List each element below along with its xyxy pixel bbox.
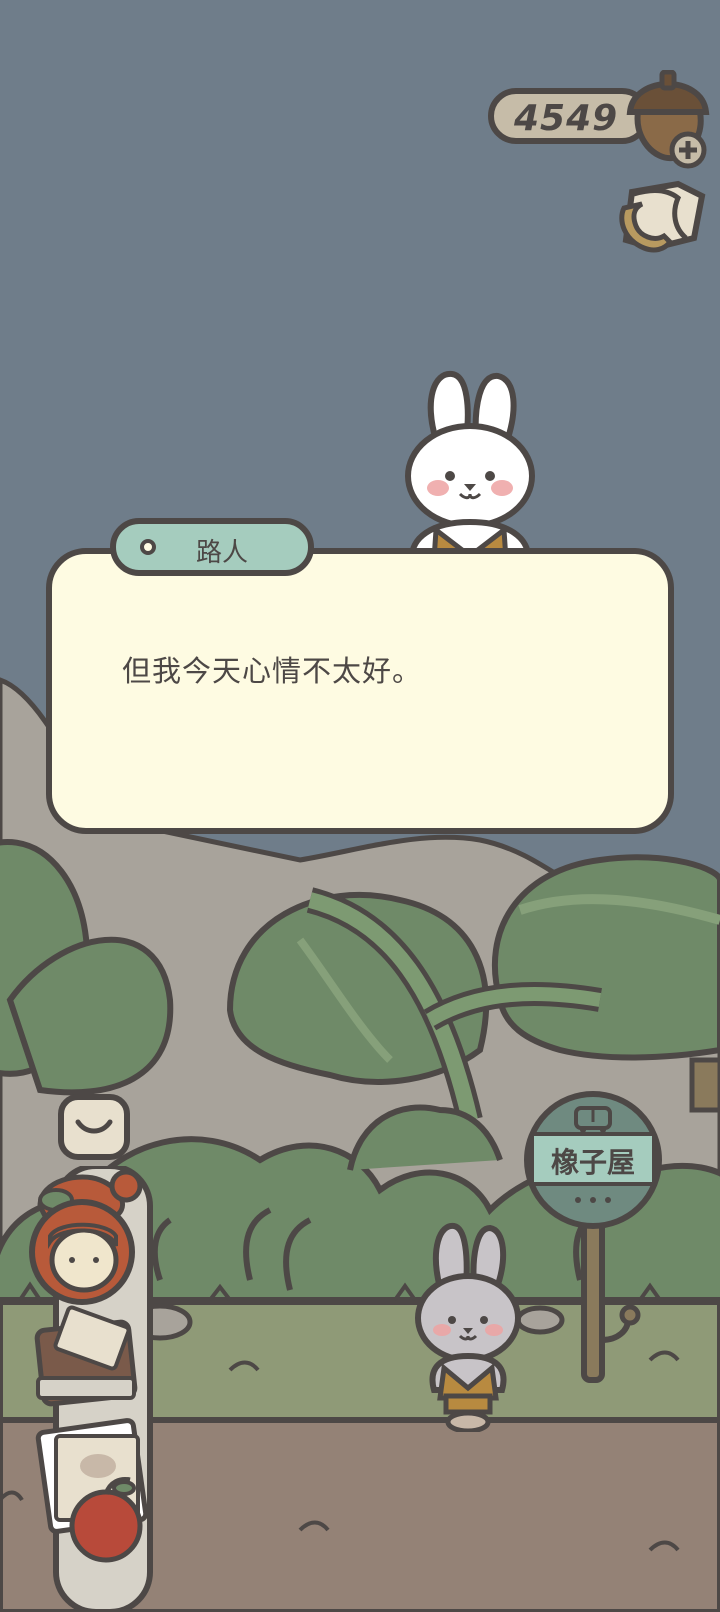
chevron-down-icon [75, 1119, 113, 1134]
speaker-name-tag: 路人 [110, 518, 314, 576]
speaker-name: 路人 [196, 538, 249, 568]
notebook-icon[interactable] [34, 1305, 138, 1407]
game-screen: 橡子屋 4549 但我今天心情不太好。 路人 [0, 0, 720, 1612]
edge-sign [689, 1057, 720, 1113]
bus-stop-label: 橡子屋 [551, 1146, 635, 1179]
speaker-bunny [405, 370, 535, 560]
map-icon[interactable] [614, 178, 710, 264]
acorn-count: 4549 [514, 98, 619, 139]
speaker-dot-icon [140, 539, 156, 555]
dialog-box[interactable]: 但我今天心情不太好。 [46, 548, 674, 834]
bus-stop-sign[interactable]: 橡子屋 [518, 1090, 668, 1390]
tool-column [29, 1166, 153, 1612]
player-bunny[interactable] [410, 1218, 530, 1432]
character-icon[interactable] [29, 1199, 135, 1305]
collapse-button[interactable] [58, 1094, 130, 1160]
plus-icon[interactable] [669, 131, 707, 169]
dialog-text: 但我今天心情不太好。 [122, 654, 423, 688]
acorn-icon[interactable] [626, 70, 710, 170]
